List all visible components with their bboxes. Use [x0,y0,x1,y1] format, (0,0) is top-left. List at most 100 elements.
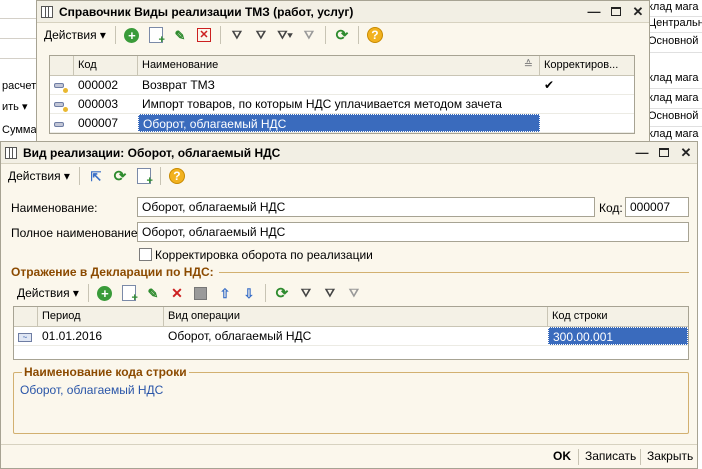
catalog-actions-menu[interactable]: Действия ▾ [41,25,109,45]
correction-checkbox-label[interactable]: Корректировка оборота по реализации [155,248,373,262]
bg-row-line [646,108,702,109]
maximize-icon[interactable] [605,3,627,21]
copy-icon[interactable] [146,25,166,46]
save-disabled-icon [191,283,211,303]
bg-cell: Основной с [648,35,702,47]
form-actions-menu[interactable]: Действия ▾ [5,166,73,186]
footer-separator [640,449,641,465]
column-correction[interactable]: Корректиров... [540,56,634,75]
toolbar-separator [357,26,359,44]
item-form-window: Вид реализации: Оборот, облагаемый НДС —… [0,141,698,469]
sort-icon: ≙ [523,59,533,71]
filter-dropdown-icon[interactable]: ⛛▾ [275,25,295,45]
row-name: Импорт товаров, по которым НДС уплачивае… [142,97,502,111]
bg-row-button[interactable]: ить ▾ [0,97,40,117]
bg-cell: клад мага [648,92,699,104]
bg-row-line [646,88,702,89]
reread-icon[interactable]: ⟳ [110,166,130,186]
refresh-icon[interactable]: ⟳ [272,283,292,303]
bg-row-sum: Сумма [2,124,37,136]
table-row[interactable]: ~ 01.01.2016 Оборот, облагаемый НДС 300.… [14,327,688,346]
catalog-window: Справочник Виды реализации ТМЗ (работ, у… [36,0,650,160]
full-name-input[interactable]: Оборот, облагаемый НДС [137,222,689,242]
filter-value-icon[interactable]: ⛛ [320,283,340,303]
table-row[interactable]: 000002 Возврат ТМЗ ✔ [50,76,634,95]
full-name-label: Полное наименование: [11,226,141,240]
form-window-title: Вид реализации: Оборот, облагаемый НДС [23,145,281,160]
filter-icon[interactable]: ⛛ [296,283,316,303]
column-name[interactable]: Наименование ≙ [138,56,540,75]
filter-off-icon[interactable]: ⛛ [344,283,364,303]
line-code-name-value: Оборот, облагаемый НДС [20,383,164,397]
footer-separator [578,449,579,465]
bg-cell: клад мага [648,128,699,140]
close-button[interactable]: Закрыть [647,449,693,463]
row-correction-check [540,95,634,113]
declaration-section-title: Отражение в Декларации по НДС: [11,265,214,279]
column-line-code[interactable]: Код строки [548,307,688,326]
help-icon[interactable]: ? [167,166,187,186]
row-correction-check: ✔ [544,78,555,92]
go-to-list-icon[interactable]: ⇱ [86,166,106,186]
row-operation: Оборот, облагаемый НДС [168,329,312,343]
period-row-icon: ~ [14,327,38,345]
toolbar-separator [324,26,326,44]
form-titlebar[interactable]: Вид реализации: Оборот, облагаемый НДС —… [1,142,697,164]
filter-off-icon[interactable]: ⛛ [299,25,319,45]
declaration-actions-menu[interactable]: Действия ▾ [17,283,82,303]
row-line-code[interactable]: 300.00.001 [548,327,688,345]
add-icon[interactable]: + [95,283,115,303]
section-divider [219,272,689,273]
code-input[interactable]: 000007 [625,197,689,217]
row-marker-icon [50,76,74,94]
declaration-grid[interactable]: Период Вид операции Код строки ~ 01.01.2… [13,306,689,360]
ok-button[interactable]: OK [553,449,571,463]
line-code-name-group: Наименование кода строки Оборот, облагае… [13,365,689,434]
catalog-titlebar[interactable]: Справочник Виды реализации ТМЗ (работ, у… [37,1,649,23]
column-period[interactable]: Период [38,307,164,326]
catalog-grid[interactable]: Код Наименование ≙ Корректиров... 000002 … [49,55,635,134]
toolbar-separator [87,284,89,302]
copy-icon[interactable] [134,166,154,187]
bg-cell: Основной с [648,110,702,122]
catalog-grid-header: Код Наименование ≙ Корректиров... [50,56,634,76]
edit-icon[interactable]: ✎ [143,283,163,303]
bg-cell: Центральн [648,17,702,29]
column-code[interactable]: Код [74,56,138,75]
move-down-icon[interactable]: ⇩ [239,283,259,303]
name-input[interactable]: Оборот, облагаемый НДС [137,197,595,217]
minimize-icon[interactable]: — [631,144,653,162]
name-label: Наименование: [11,201,98,215]
add-icon[interactable]: + [122,25,142,45]
column-marker [50,56,74,75]
close-icon[interactable]: ✕ [627,3,649,21]
column-operation[interactable]: Вид операции [164,307,548,326]
minimize-icon[interactable]: — [583,3,605,21]
row-name: Возврат ТМЗ [142,78,215,92]
bg-row-line [646,32,702,33]
declaration-grid-header: Период Вид операции Код строки [14,307,688,327]
table-row-selected[interactable]: 000007 Оборот, облагаемый НДС [50,114,634,133]
copy-icon[interactable] [119,283,139,304]
bg-row-calc[interactable]: расчет [0,77,40,97]
move-up-icon[interactable]: ⇧ [215,283,235,303]
close-icon[interactable]: ✕ [675,144,697,162]
correction-checkbox[interactable] [139,248,152,261]
save-button[interactable]: Записать [585,449,636,463]
help-icon[interactable]: ? [365,25,385,45]
table-row[interactable]: 000003 Импорт товаров, по которым НДС уп… [50,95,634,114]
bg-cell: клад мага [648,72,699,84]
form-window-icon [5,146,17,159]
declaration-toolbar: Действия ▾ + ✎ ✕ ⇧ ⇩ ⟳ ⛛ ⛛ ⛛ [13,281,689,305]
bg-separator [0,58,40,59]
toolbar-separator [159,167,161,185]
maximize-icon[interactable] [653,144,675,162]
edit-icon[interactable]: ✎ [170,25,190,45]
filter-icon[interactable]: ⛛ [227,25,247,45]
filter-value-icon[interactable]: ⛛ [251,25,271,45]
bg-separator [0,38,40,39]
delete-icon[interactable]: ✕ [167,283,187,303]
row-code: 000002 [78,78,119,92]
refresh-icon[interactable]: ⟳ [332,25,352,45]
delete-mark-icon[interactable]: ✕ [194,25,214,45]
